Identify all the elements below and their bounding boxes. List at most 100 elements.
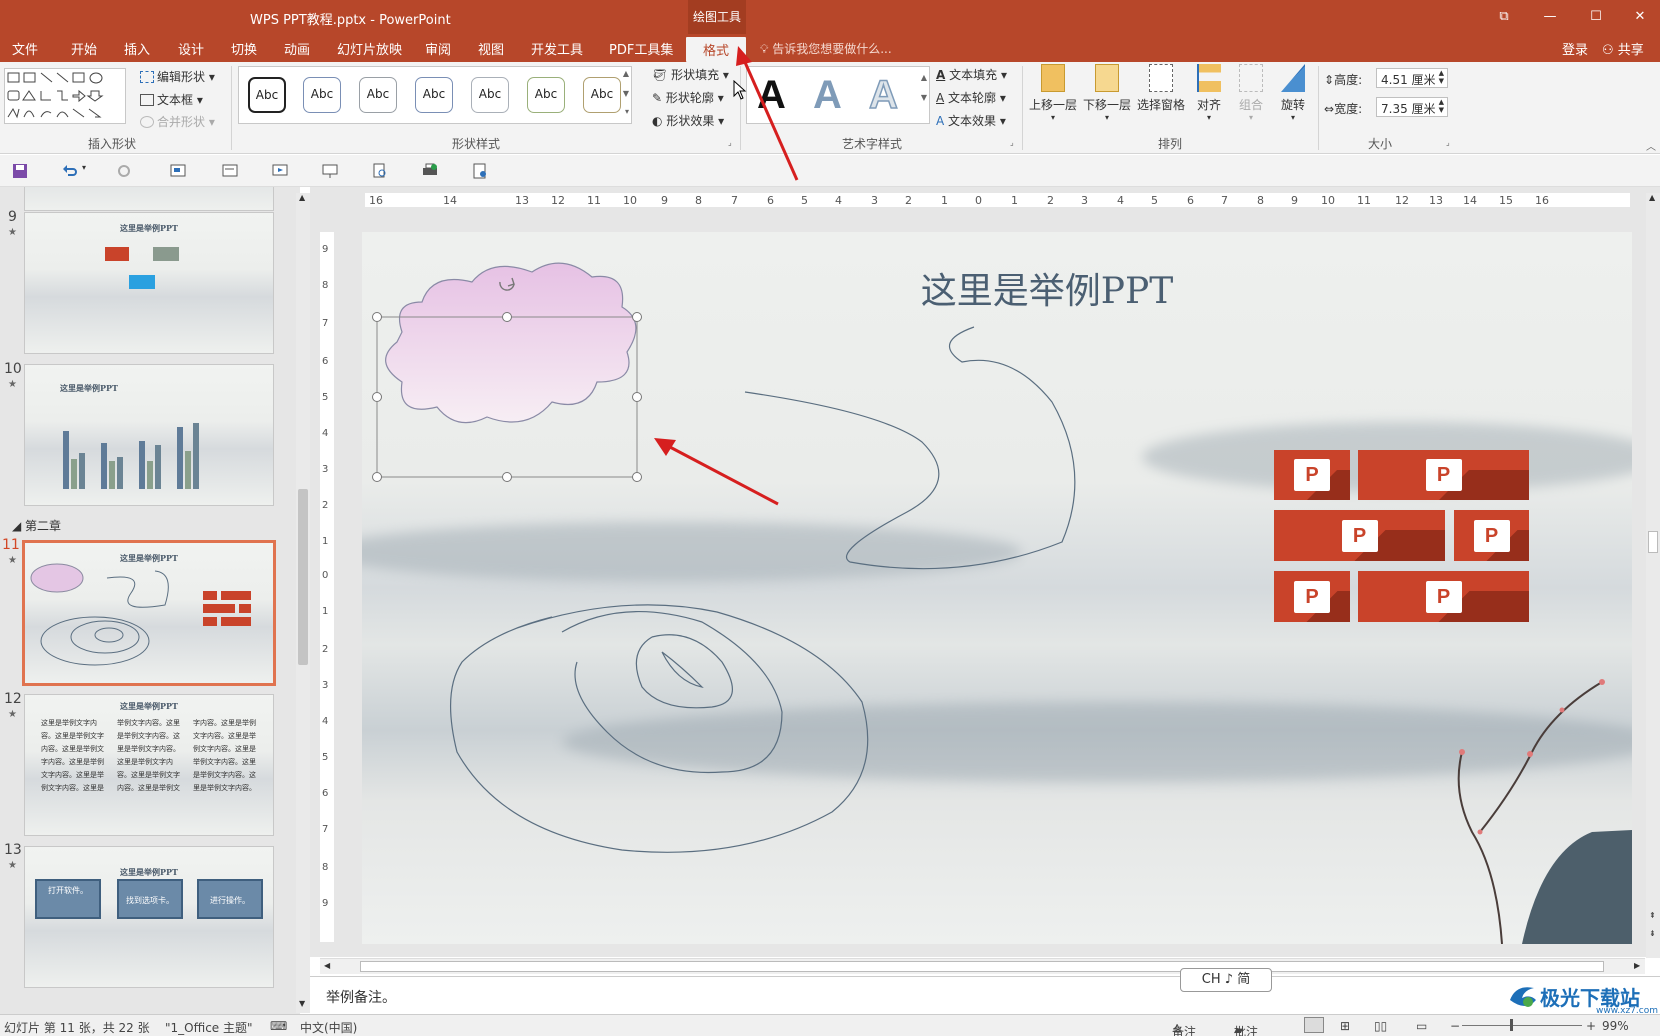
gallery-more-icon[interactable]: ▾ xyxy=(625,107,629,116)
scrollbar-thumb[interactable] xyxy=(298,489,308,665)
text-fill-button[interactable]: A 文本填充 ▾ xyxy=(936,66,1007,83)
tab-insert[interactable]: 插入 xyxy=(124,39,150,58)
gallery-scroll-down-icon[interactable]: ▼ xyxy=(623,89,629,98)
tab-file[interactable]: 文件 xyxy=(12,39,38,58)
wordart-scroll-up-icon[interactable]: ▲ xyxy=(921,73,927,82)
minimize-icon[interactable]: — xyxy=(1530,6,1570,28)
shape-style-swatch-1[interactable]: Abc xyxy=(248,77,286,113)
rotate-button[interactable]: 旋转 ▾ xyxy=(1266,64,1320,122)
horizontal-scrollbar[interactable]: ◀ ▶ xyxy=(320,958,1645,974)
shape-style-swatch-5[interactable]: Abc xyxy=(471,77,509,113)
collapse-ribbon-icon[interactable]: ︿ xyxy=(1646,138,1656,153)
ime-indicator[interactable]: CH ♪ 简 xyxy=(1180,968,1272,992)
new-slide-icon[interactable] xyxy=(170,163,186,179)
selection-pane-button[interactable]: 选择窗格 xyxy=(1134,64,1188,113)
tab-animations[interactable]: 动画 xyxy=(284,39,310,58)
slide-thumbnail-12[interactable]: 这里是举例PPT 这里是举例文字内容。这里是举例文字内容。这里是举例文字内容。这… xyxy=(24,694,274,836)
next-slide-icon[interactable]: ⇟ xyxy=(1649,929,1656,938)
reading-view-icon[interactable]: ▯▯ xyxy=(1374,1019,1387,1033)
tell-me-search[interactable]: 💡︎ 告诉我您想要做什么... xyxy=(760,40,892,57)
slide-thumbnail-10[interactable]: 这里是举例PPT xyxy=(24,364,274,506)
wordart-gallery[interactable]: A A A ▲ ▼ xyxy=(746,66,930,124)
zoom-out-icon[interactable]: − xyxy=(1450,1019,1460,1033)
height-input[interactable]: 4.51 厘米 ▲ ▼ xyxy=(1376,68,1448,88)
print-preview-icon[interactable] xyxy=(372,163,388,179)
save-icon[interactable] xyxy=(12,163,28,179)
undo-icon[interactable] xyxy=(62,163,78,179)
shape-style-swatch-7[interactable]: Abc xyxy=(583,77,621,113)
scroll-left-icon[interactable]: ◀ xyxy=(324,961,330,970)
slide-thumbnail-9[interactable]: 这里是举例PPT xyxy=(24,212,274,354)
tab-pdf-tools[interactable]: PDF工具集 xyxy=(609,39,673,58)
ppt-logo-tile[interactable]: P xyxy=(1358,571,1529,622)
language-indicator[interactable]: 中文(中国) xyxy=(300,1019,357,1036)
size-launcher-icon[interactable]: ⌟ xyxy=(1446,138,1450,147)
slide-sorter-icon[interactable]: ⊞ xyxy=(1340,1019,1350,1033)
shape-styles-launcher-icon[interactable]: ⌟ xyxy=(728,138,732,147)
scrollbar-thumb[interactable] xyxy=(360,961,1604,972)
tab-design[interactable]: 设计 xyxy=(178,39,204,58)
tab-home[interactable]: 开始 xyxy=(71,39,97,58)
tab-transitions[interactable]: 切换 xyxy=(231,39,257,58)
ribbon-display-options-icon[interactable]: ⧉ xyxy=(1484,6,1524,28)
maximize-icon[interactable]: ☐ xyxy=(1576,6,1616,28)
close-icon[interactable]: ✕ xyxy=(1620,6,1660,28)
merge-shapes-button[interactable]: 合并形状 ▾ xyxy=(140,113,215,130)
notes-text[interactable]: 举例备注。 xyxy=(326,987,396,1007)
shape-styles-gallery[interactable]: Abc Abc Abc Abc Abc Abc Abc ▲ ▼ ▾ xyxy=(238,66,632,124)
save-as-icon[interactable] xyxy=(472,163,488,179)
wordart-launcher-icon[interactable]: ⌟ xyxy=(1010,138,1014,147)
edit-shape-button[interactable]: 编辑形状 ▾ xyxy=(140,68,215,85)
scroll-right-icon[interactable]: ▶ xyxy=(1634,961,1640,970)
quick-print-icon[interactable] xyxy=(422,163,438,179)
presenter-view-icon[interactable] xyxy=(322,163,338,179)
height-spinner-icon[interactable]: ▲ ▼ xyxy=(1439,69,1444,85)
ppt-logo-tile[interactable]: P xyxy=(1454,510,1529,561)
slide-scrollbar[interactable]: ▲ ⇞ ⇟ xyxy=(1646,193,1660,958)
width-spinner-icon[interactable]: ▲ ▼ xyxy=(1439,98,1444,114)
shape-style-swatch-6[interactable]: Abc xyxy=(527,77,565,113)
undo-dropdown-icon[interactable]: ▾ xyxy=(82,163,86,172)
ppt-logo-tile[interactable]: P xyxy=(1274,510,1445,561)
slide-thumbnail-11[interactable]: 这里是举例PPT xyxy=(22,540,276,686)
shapes-gallery[interactable] xyxy=(4,68,126,124)
send-backward-button[interactable]: 下移一层 ▾ xyxy=(1080,64,1134,122)
normal-view-icon[interactable] xyxy=(1304,1017,1324,1033)
wordart-style-1[interactable]: A xyxy=(757,73,786,118)
scroll-down-icon[interactable]: ▼ xyxy=(299,999,305,1008)
zoom-slider-thumb[interactable] xyxy=(1510,1019,1513,1031)
tab-slideshow[interactable]: 幻灯片放映 xyxy=(337,39,402,58)
slide-thumbnail-13[interactable]: 这里是举例PPT 打开软件。 找到选项卡。 进行操作。 xyxy=(24,846,274,988)
scroll-up-icon[interactable]: ▲ xyxy=(299,193,305,202)
zoom-in-icon[interactable]: + xyxy=(1586,1019,1596,1033)
redo-icon[interactable] xyxy=(116,163,132,179)
ppt-logo-tile[interactable]: P xyxy=(1274,571,1350,622)
shape-style-swatch-3[interactable]: Abc xyxy=(359,77,397,113)
ppt-logo-tile[interactable]: P xyxy=(1358,450,1529,500)
layout-icon[interactable] xyxy=(222,163,238,179)
scroll-up-icon[interactable]: ▲ xyxy=(1649,193,1655,202)
slideshow-from-start-icon[interactable] xyxy=(272,163,288,179)
share-button[interactable]: ⚇ 共享 xyxy=(1602,39,1644,58)
zoom-slider[interactable] xyxy=(1462,1025,1582,1026)
bring-forward-button[interactable]: 上移一层 ▾ xyxy=(1026,64,1080,122)
width-input[interactable]: 7.35 厘米 ▲ ▼ xyxy=(1376,97,1448,117)
wordart-style-3[interactable]: A xyxy=(868,72,898,118)
shape-fill-button[interactable]: 🪣︎ 形状填充 ▾ xyxy=(652,66,729,83)
shape-effects-button[interactable]: ◐ 形状效果 ▾ xyxy=(652,112,724,129)
wordart-style-2[interactable]: A xyxy=(813,73,842,118)
tab-format[interactable]: 格式 xyxy=(686,37,747,62)
tab-review[interactable]: 审阅 xyxy=(425,39,451,58)
zoom-level[interactable]: 99% xyxy=(1602,1019,1629,1033)
shape-outline-button[interactable]: ✎ 形状轮廓 ▾ xyxy=(652,89,724,106)
slideshow-icon[interactable]: ▭ xyxy=(1416,1019,1427,1033)
gallery-scroll-up-icon[interactable]: ▲ xyxy=(623,69,629,78)
thumbnail-scrollbar[interactable]: ▲ ▼ xyxy=(296,193,310,1013)
text-effects-button[interactable]: A 文本效果 ▾ xyxy=(936,112,1006,129)
notes-pane[interactable]: 举例备注。 xyxy=(310,976,1660,1016)
wordart-scroll-down-icon[interactable]: ▼ xyxy=(921,93,927,102)
slide-thumbnail-8[interactable] xyxy=(24,187,274,211)
shape-style-swatch-2[interactable]: Abc xyxy=(303,77,341,113)
section-header[interactable]: ◢ 第二章 xyxy=(12,517,61,534)
scrollbar-thumb[interactable] xyxy=(1648,531,1658,553)
